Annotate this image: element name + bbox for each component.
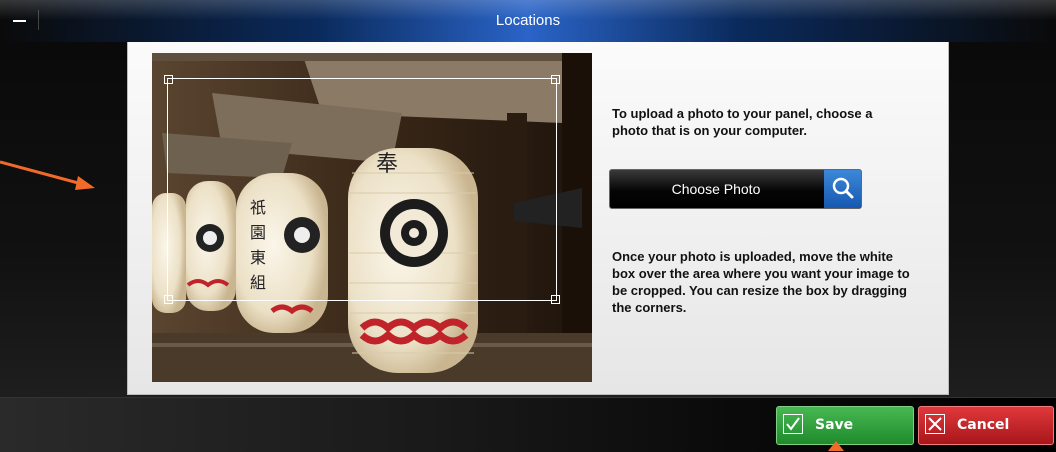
- crop-handle-top-right[interactable]: [551, 75, 560, 84]
- choose-photo-label: Choose Photo: [671, 181, 761, 197]
- upload-instructions: To upload a photo to your panel, choose …: [612, 106, 873, 138]
- save-button[interactable]: Save: [776, 406, 914, 445]
- crop-instructions: Once your photo is uploaded, move the wh…: [612, 249, 910, 315]
- search-icon[interactable]: [824, 170, 861, 208]
- photo-upload-panel: 祇 園 東 組 奉 To upload a photo to your pane…: [127, 42, 949, 395]
- cancel-button[interactable]: Cancel: [918, 406, 1054, 445]
- annotation-arrow-icon: [828, 441, 844, 451]
- crop-handle-bottom-right[interactable]: [551, 295, 560, 304]
- close-icon: [925, 414, 945, 434]
- cancel-label: Cancel: [957, 417, 1010, 433]
- window-title: Locations: [495, 12, 561, 29]
- annotation-arrow-icon: [0, 160, 95, 190]
- checkmark-icon: [783, 414, 803, 434]
- choose-photo-button[interactable]: Choose Photo: [609, 169, 862, 209]
- crop-handle-top-left[interactable]: [164, 75, 173, 84]
- crop-handle-bottom-left[interactable]: [164, 295, 173, 304]
- crop-box[interactable]: [164, 75, 560, 304]
- photo-preview: 祇 園 東 組 奉: [152, 53, 592, 382]
- save-label: Save: [815, 417, 854, 433]
- title-bar: Locations: [0, 0, 1056, 42]
